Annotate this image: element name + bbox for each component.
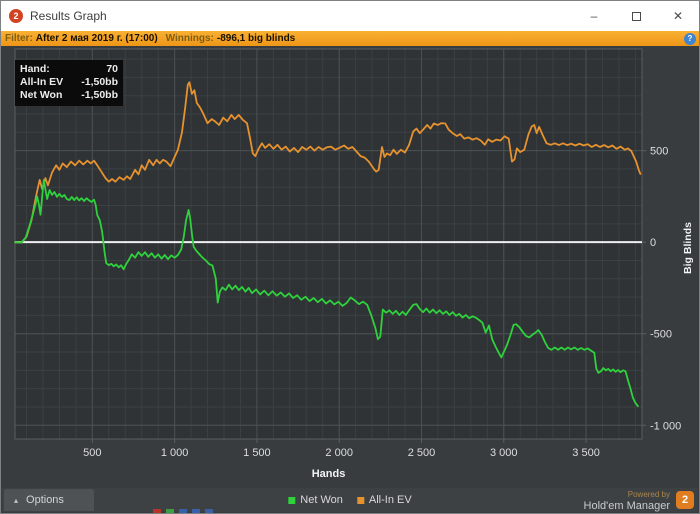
hand-tooltip: Hand: 70 All-In EV -1,50bb Net Won -1,50bb (15, 60, 123, 106)
powered-by-label: Powered by (627, 489, 670, 499)
legend-item-allin-ev: All-In EV (356, 494, 412, 506)
tooltip-networn-label: Net Won (20, 89, 63, 101)
x-tick-label: 3 000 (490, 447, 518, 459)
title-bar[interactable]: 2 Results Graph – ✕ (1, 1, 699, 31)
hm2-logo-icon: 2 (676, 491, 694, 509)
tooltip-hand-value: 70 (106, 63, 118, 75)
results-graph-svg[interactable]: 500 1 000 1 500 2 000 2 500 3 000 3 500 500 0 -50… (1, 46, 700, 492)
y-axis-label: Big Blinds (682, 222, 694, 274)
y-tick-label: -500 (650, 329, 672, 341)
filter-value: After 2 мая 2019 г. (17:00) (35, 33, 158, 44)
x-tick-label: 3 500 (572, 447, 600, 459)
chart-legend: Net Won All-In EV (288, 494, 412, 506)
legend-net-won-label: Net Won (300, 494, 343, 506)
help-icon[interactable]: ? (684, 32, 696, 45)
allin-ev-swatch-icon (356, 496, 364, 504)
filter-label: Filter: (5, 33, 33, 44)
legend-item-net-won: Net Won (288, 494, 343, 506)
x-tick-label: 1 000 (161, 447, 189, 459)
options-button[interactable]: ▴ Options (4, 489, 94, 511)
minimize-button[interactable]: – (573, 1, 615, 31)
winnings-value: -896,1 big blinds (216, 33, 296, 44)
chart-area[interactable]: 500 1 000 1 500 2 000 2 500 3 000 3 500 500 0 -50… (1, 46, 700, 492)
net-won-swatch-icon (288, 496, 296, 504)
brand-label: Hold'em Manager (583, 499, 670, 512)
powered-by-block: Powered by Hold'em Manager 2 (584, 490, 694, 511)
y-tick-label: 0 (650, 237, 656, 249)
tooltip-ev-value: -1,50bb (81, 76, 118, 88)
x-tick-label: 500 (83, 447, 101, 459)
maximize-icon (631, 11, 641, 21)
x-tick-label: 1 500 (243, 447, 271, 459)
results-graph-window: 2 Results Graph – ✕ Filter: After 2 мая … (0, 0, 700, 514)
y-tick-label: 500 (650, 146, 668, 158)
options-label: Options (26, 494, 64, 506)
maximize-button[interactable] (615, 1, 657, 31)
x-tick-label: 2 000 (325, 447, 353, 459)
collapse-caret-icon: ▴ (14, 495, 19, 505)
winnings-label: Winnings: (165, 33, 214, 44)
x-tick-label: 2 500 (408, 447, 436, 459)
filter-bar: Filter: After 2 мая 2019 г. (17:00) Winn… (1, 31, 699, 46)
tooltip-networn-value: -1,50bb (81, 89, 118, 101)
x-axis-label: Hands (312, 468, 346, 480)
tooltip-hand-label: Hand: (20, 63, 50, 75)
legend-allin-ev-label: All-In EV (368, 494, 412, 506)
close-button[interactable]: ✕ (657, 1, 699, 31)
window-title: Results Graph (30, 9, 107, 23)
hm2-app-icon: 2 (9, 9, 23, 23)
cutoff-window-fragments (153, 509, 213, 513)
tooltip-ev-label: All-In EV (20, 76, 64, 88)
y-tick-label: -1 000 (650, 420, 681, 432)
bottom-bar: ▴ Options Net Won All-In EV Powered by H… (2, 488, 698, 512)
